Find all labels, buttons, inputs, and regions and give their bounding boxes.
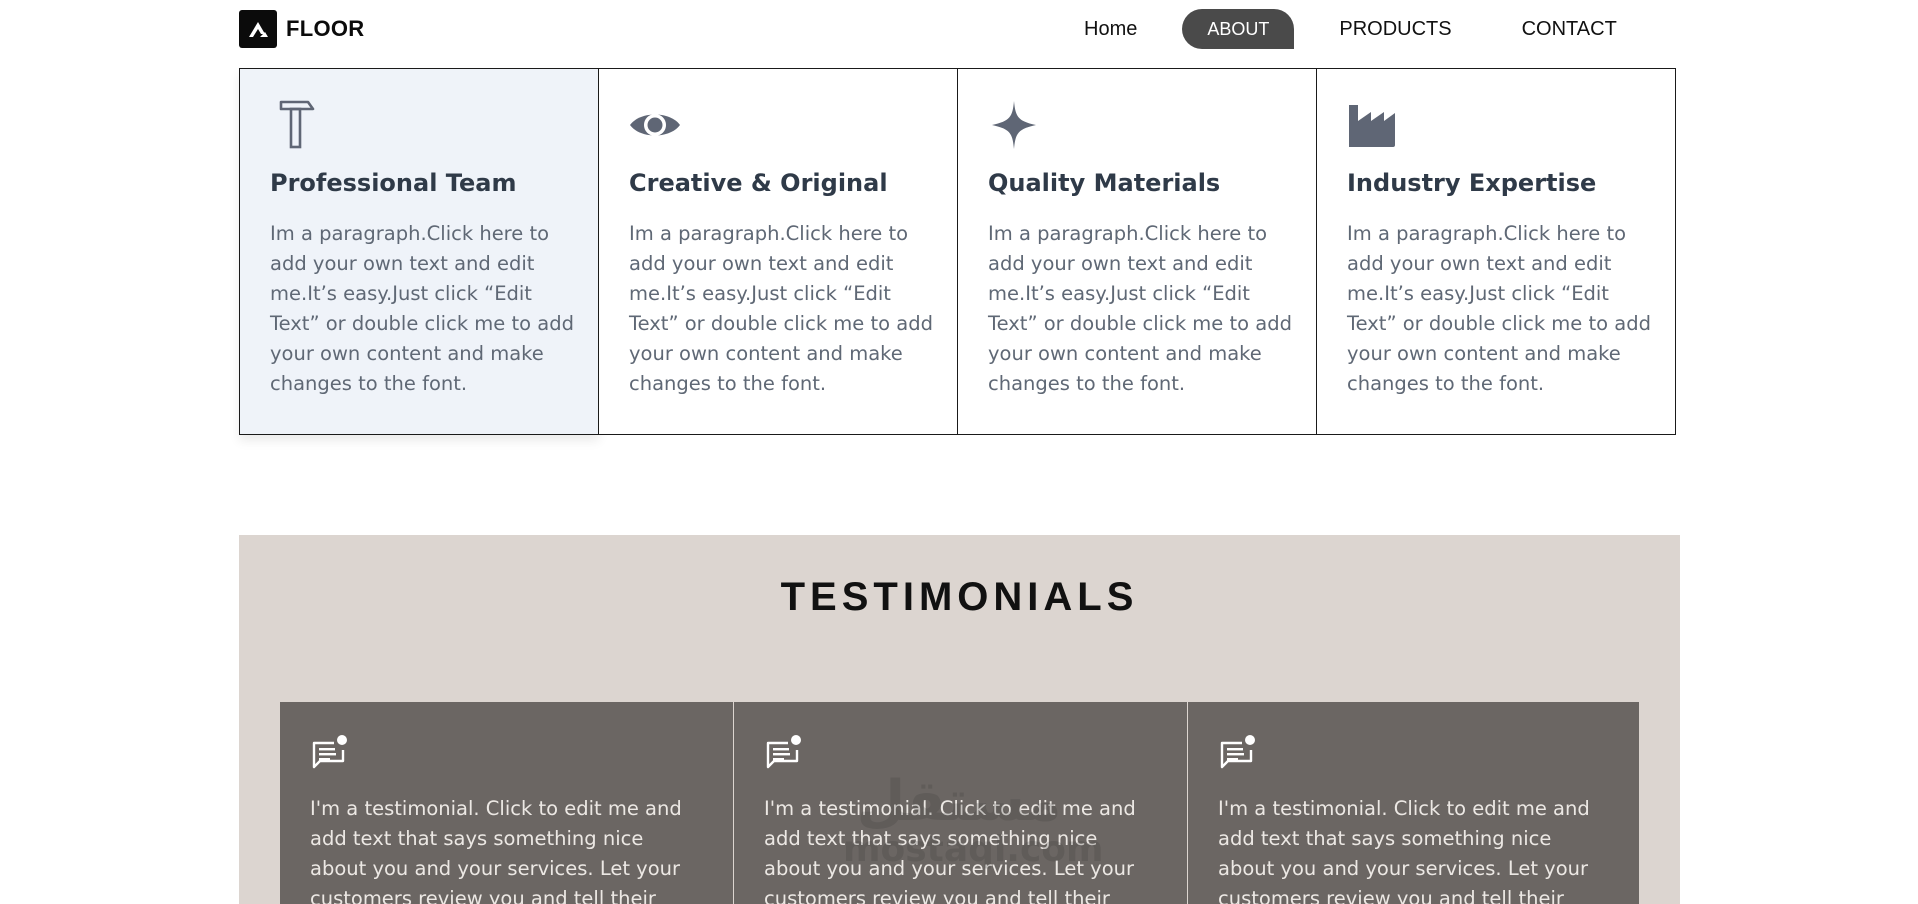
- feature-title: Creative & Original: [629, 169, 888, 197]
- factory-icon: [1349, 105, 1395, 147]
- logo[interactable]: FLOOR: [239, 10, 365, 48]
- testimonial-card: I'm a testimonial. Click to edit me and …: [733, 702, 1187, 904]
- site-header: FLOOR Home ABOUT PRODUCTS CONTACT: [239, 0, 1679, 60]
- feature-text: Im a paragraph.Click here to add your ow…: [1347, 222, 1651, 395]
- nav-about[interactable]: ABOUT: [1182, 9, 1295, 49]
- page: FLOOR Home ABOUT PRODUCTS CONTACT Profes…: [0, 0, 1918, 904]
- feature-title: Quality Materials: [988, 169, 1221, 197]
- nav-contact[interactable]: CONTACT: [1497, 9, 1642, 49]
- feature-title: Professional Team: [270, 169, 517, 197]
- chat-notification-icon: [766, 735, 801, 769]
- feature-text: Im a paragraph.Click here to add your ow…: [270, 222, 574, 395]
- chat-notification-icon: [312, 735, 347, 769]
- brand-name: FLOOR: [286, 16, 365, 41]
- feature-text: Im a paragraph.Click here to add your ow…: [988, 222, 1292, 395]
- nav-home[interactable]: Home: [1059, 9, 1162, 49]
- testimonials-section: TESTIMONIALS I'm a testimonial. Click to…: [239, 535, 1680, 904]
- testimonial-card: I'm a testimonial. Click to edit me and …: [280, 702, 733, 904]
- floor-logo-icon: [239, 10, 277, 48]
- main-nav: Home ABOUT PRODUCTS CONTACT: [1059, 9, 1642, 49]
- feature-card-creative-original: Creative & Original Im a paragraph.Click…: [598, 68, 958, 435]
- testimonial-list: I'm a testimonial. Click to edit me and …: [280, 702, 1639, 904]
- testimonial-text: I'm a testimonial. Click to edit me and …: [1218, 797, 1590, 904]
- testimonial-text: I'm a testimonial. Click to edit me and …: [310, 797, 682, 904]
- chat-notification-icon: [1220, 735, 1255, 769]
- features-section: Professional Team Im a paragraph.Click h…: [239, 68, 1680, 435]
- section-title: TESTIMONIALS: [780, 575, 1139, 619]
- feature-card-quality-materials: Quality Materials Im a paragraph.Click h…: [957, 68, 1317, 435]
- feature-card-professional-team: Professional Team Im a paragraph.Click h…: [239, 68, 599, 435]
- testimonial-text: I'm a testimonial. Click to edit me and …: [764, 797, 1136, 904]
- nav-products[interactable]: PRODUCTS: [1314, 9, 1496, 49]
- eye-icon: [630, 114, 680, 136]
- sparkle-icon: [992, 101, 1036, 149]
- feature-card-industry-expertise: Industry Expertise Im a paragraph.Click …: [1316, 68, 1676, 435]
- feature-title: Industry Expertise: [1347, 169, 1597, 197]
- hammer-icon: [279, 100, 315, 149]
- testimonial-card: I'm a testimonial. Click to edit me and …: [1187, 702, 1639, 904]
- feature-text: Im a paragraph.Click here to add your ow…: [629, 222, 933, 395]
